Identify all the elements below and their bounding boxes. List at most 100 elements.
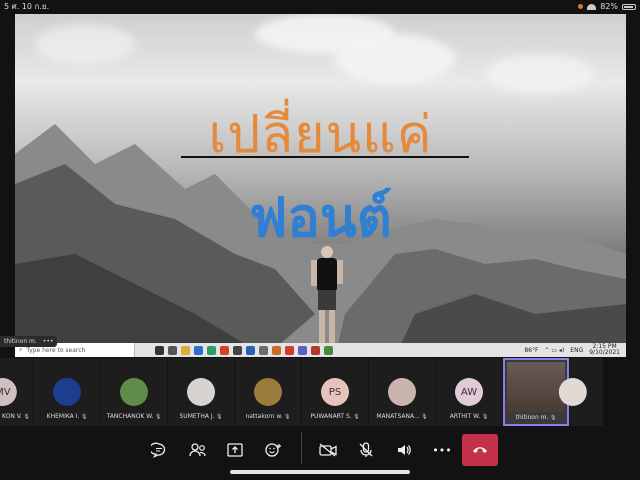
taskbar-apps bbox=[155, 345, 333, 355]
clock-date: 9/10/2021 bbox=[589, 349, 620, 356]
teams-icon[interactable] bbox=[298, 345, 307, 355]
participant-name-text: TANCHANOK W. bbox=[106, 413, 154, 420]
mic-off-icon bbox=[359, 442, 373, 457]
taskbar-clock[interactable]: 2:15 PM 9/10/2021 bbox=[589, 344, 620, 356]
ios-status-bar: 5 ศ. 10 ก.ย. 82% bbox=[0, 0, 640, 13]
avatar bbox=[558, 378, 587, 406]
more-icon: ••• bbox=[432, 443, 452, 457]
battery-icon bbox=[622, 3, 636, 10]
task-view-icon[interactable] bbox=[155, 345, 164, 355]
share-tray-icon bbox=[227, 443, 243, 457]
shared-screen[interactable]: เปลี่ยนแค่ ฟอนต์ ⌕ Type here to search 8… bbox=[15, 14, 626, 357]
avatar bbox=[120, 378, 148, 406]
participant-tile[interactable]: PS PUWANART S. 🎙︎ bbox=[302, 358, 368, 426]
participant-strip: MVKON V. 🎙︎KHEMIKA I. 🎙︎TANCHANOK W. 🎙︎S… bbox=[0, 358, 640, 426]
participants-button[interactable] bbox=[182, 434, 214, 466]
edge-icon[interactable] bbox=[207, 345, 216, 355]
avatar: AW bbox=[455, 378, 483, 406]
participant-tile[interactable]: MV KON V. 🎙︎ bbox=[0, 358, 33, 426]
mic-off-icon: 🎙︎ bbox=[79, 414, 88, 420]
status-right: 82% bbox=[578, 2, 636, 11]
mail-icon[interactable] bbox=[194, 345, 203, 355]
participant-name: nattakorn w. 🎙︎ bbox=[235, 413, 301, 420]
mic-off-icon: 🎙︎ bbox=[153, 414, 162, 420]
mic-off-icon: 🎙︎ bbox=[214, 414, 223, 420]
photos-icon[interactable] bbox=[324, 345, 333, 355]
participant-name-text: ARTHIT W. bbox=[449, 413, 481, 420]
mic-off-icon: 🎙︎ bbox=[21, 414, 30, 420]
wifi-icon bbox=[587, 3, 597, 10]
mic-off-icon: 🎙︎ bbox=[548, 415, 557, 421]
avatar bbox=[187, 378, 215, 406]
participant-name: ARTHIT W. 🎙︎ bbox=[436, 413, 502, 420]
mic-off-icon: 🎙︎ bbox=[480, 414, 489, 420]
participant-name-text: KON V. bbox=[2, 413, 22, 420]
word-icon[interactable] bbox=[246, 345, 255, 355]
participant-name-text: nattakorn w. bbox=[245, 413, 283, 420]
camera-button[interactable] bbox=[312, 434, 344, 466]
avatar bbox=[53, 378, 81, 406]
slide-divider bbox=[181, 156, 469, 158]
avatar-initials: MV bbox=[0, 386, 11, 398]
more-button[interactable]: ••• bbox=[426, 434, 458, 466]
more-icon[interactable]: ••• bbox=[43, 338, 54, 345]
participant-tile[interactable]: KHEMIKA I. 🎙︎ bbox=[34, 358, 100, 426]
participant-name: SUMETHA J. 🎙︎ bbox=[168, 413, 234, 420]
participant-name: TANCHANOK W. 🎙︎ bbox=[101, 413, 167, 420]
camera-off-icon bbox=[319, 443, 337, 457]
settings-icon[interactable] bbox=[259, 345, 268, 355]
mic-off-icon: 🎙︎ bbox=[282, 414, 291, 420]
language-indicator[interactable]: ENG bbox=[570, 347, 583, 354]
participant-name: KHEMIKA I. 🎙︎ bbox=[34, 413, 100, 420]
presenter-label[interactable]: thitinon m. ••• bbox=[0, 336, 58, 347]
search-icon: ⌕ bbox=[19, 346, 23, 353]
participant-name-text: MANATSANA... bbox=[376, 413, 420, 420]
avatar: PS bbox=[321, 378, 349, 406]
home-indicator bbox=[230, 470, 410, 474]
windows-taskbar: ⌕ Type here to search 86°F ⌃ ▭ ◂) ENG 2:… bbox=[15, 343, 626, 357]
meeting-controls: ••• bbox=[0, 426, 640, 470]
participant-name: thitinon m. 🎙︎ bbox=[505, 414, 567, 421]
reactions-icon bbox=[265, 443, 281, 457]
mic-button[interactable] bbox=[350, 434, 382, 466]
participant-video bbox=[507, 362, 565, 412]
chat-icon bbox=[151, 442, 166, 458]
battery-percent: 82% bbox=[600, 2, 618, 11]
system-tray: 86°F ⌃ ▭ ◂) ENG 2:15 PM 9/10/2021 bbox=[524, 344, 626, 356]
speaker-button[interactable] bbox=[388, 434, 420, 466]
participant-tile[interactable]: nattakorn w. 🎙︎ bbox=[235, 358, 301, 426]
status-date: 5 ศ. 10 ก.ย. bbox=[4, 2, 50, 11]
participant-tile[interactable] bbox=[558, 358, 603, 426]
participant-name: KON V. 🎙︎ bbox=[2, 413, 33, 420]
chrome-icon[interactable] bbox=[285, 345, 294, 355]
acrobat-icon[interactable] bbox=[311, 345, 320, 355]
avatar bbox=[388, 378, 416, 406]
taskbar-search-placeholder: Type here to search bbox=[26, 346, 86, 354]
participant-name: MANATSANA... 🎙︎ bbox=[369, 413, 435, 420]
participant-name-text: PUWANART S. bbox=[310, 413, 352, 420]
app-icon[interactable] bbox=[233, 345, 242, 355]
reactions-button[interactable] bbox=[258, 434, 290, 466]
teams-meeting-window: 5 ศ. 10 ก.ย. 82% เปลี่ยนแค่ ฟอนต์ ⌕ Type… bbox=[0, 0, 640, 480]
presenter-name: thitinon m. bbox=[4, 338, 37, 345]
leave-button[interactable] bbox=[462, 434, 498, 466]
weather-reading: 86°F bbox=[524, 346, 539, 354]
participant-tile[interactable]: SUMETHA J. 🎙︎ bbox=[168, 358, 234, 426]
mic-off-icon: 🎙︎ bbox=[419, 414, 428, 420]
file-explorer-icon[interactable] bbox=[181, 345, 190, 355]
participant-name-text: thitinon m. bbox=[515, 414, 549, 421]
chat-button[interactable] bbox=[143, 434, 175, 466]
person-figure bbox=[311, 246, 343, 348]
share-button[interactable] bbox=[219, 434, 251, 466]
powerpoint-icon[interactable] bbox=[272, 345, 281, 355]
avatar-initials: PS bbox=[328, 386, 342, 398]
participant-name-text: SUMETHA J. bbox=[179, 413, 215, 420]
avatar bbox=[254, 378, 282, 406]
speaker-icon bbox=[398, 445, 411, 455]
office-icon[interactable] bbox=[220, 345, 229, 355]
participant-tile[interactable]: TANCHANOK W. 🎙︎ bbox=[101, 358, 167, 426]
participant-tile[interactable]: AW ARTHIT W. 🎙︎ bbox=[436, 358, 502, 426]
participant-tile[interactable]: MANATSANA... 🎙︎ bbox=[369, 358, 435, 426]
controls-divider bbox=[301, 432, 302, 464]
widgets-icon[interactable] bbox=[168, 345, 177, 355]
